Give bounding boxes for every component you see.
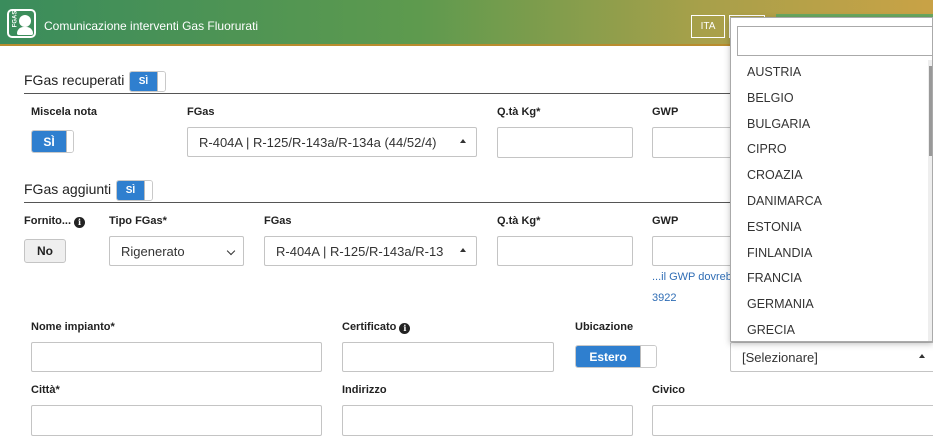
citta-label: Città* — [31, 384, 60, 396]
miscela-toggle-label: SÌ — [32, 131, 66, 152]
recuperati-toggle-label: SÌ — [130, 72, 157, 91]
qta-aggiunti-input[interactable] — [497, 236, 633, 266]
miscela-toggle[interactable]: SÌ — [31, 130, 74, 153]
country-option[interactable]: FRANCIA — [731, 266, 931, 292]
country-select[interactable]: [Selezionare] — [730, 342, 933, 372]
citta-input[interactable] — [31, 405, 322, 436]
ubicazione-toggle[interactable]: Estero — [575, 345, 657, 368]
aggiunti-toggle[interactable]: SÌ — [116, 180, 153, 201]
civico-input[interactable] — [652, 405, 933, 436]
gwp-aggiunti-input[interactable] — [652, 236, 732, 266]
fgas-aggiunti-label: FGas — [264, 215, 292, 227]
country-option[interactable]: BULGARIA — [731, 112, 931, 138]
gwp-note-link[interactable]: ...il GWP dovreb — [652, 271, 732, 283]
fgas-recuperati-value: R-404A | R-125/R-143a/R-134a (44/52/4) — [199, 134, 437, 150]
caret-up-icon — [460, 248, 466, 252]
aggiunti-title: FGas aggiunti — [24, 181, 112, 197]
fornito-toggle-no[interactable]: No — [24, 239, 66, 263]
recuperati-title: FGas recuperati — [24, 72, 125, 88]
fgas-recuperati-label: FGas — [187, 106, 215, 118]
tipo-fgas-label: Tipo FGas* — [109, 215, 167, 227]
country-option[interactable]: GRECIA — [731, 318, 931, 341]
nome-impianto-input[interactable] — [31, 342, 322, 372]
recuperati-divider — [24, 93, 730, 94]
recuperati-toggle[interactable]: SÌ — [129, 71, 166, 92]
aggiunti-toggle-label: SÌ — [117, 181, 144, 200]
gwp-aggiunti-label: GWP — [652, 215, 679, 227]
caret-up-icon — [919, 354, 925, 358]
qta-recuperati-input[interactable] — [497, 127, 633, 158]
qta-aggiunti-label: Q.tà Kg* — [497, 215, 541, 227]
fgas-logo-icon: FGAS — [7, 9, 36, 38]
certificato-input[interactable] — [342, 342, 554, 372]
country-option[interactable]: CROAZIA — [731, 163, 931, 189]
country-search-input[interactable] — [737, 26, 932, 56]
info-icon[interactable]: i — [399, 323, 411, 334]
chevron-down-icon — [226, 246, 236, 256]
language-ita-button[interactable]: ITA — [691, 15, 725, 38]
country-option[interactable]: FINLANDIA — [731, 241, 931, 267]
fornito-label-text: Fornito... — [24, 215, 72, 227]
dropdown-scroll-thumb[interactable] — [929, 66, 932, 156]
ubicazione-label: Ubicazione — [575, 321, 634, 333]
country-dropdown: AUSTRIA BELGIO BULGARIA CIPRO CROAZIA DANIMAR… — [730, 17, 933, 342]
aggiunti-divider — [24, 202, 730, 203]
country-list: AUSTRIA BELGIO BULGARIA CIPRO CROAZIA DANIMAR… — [731, 60, 931, 341]
certificato-label-text: Certificato — [342, 321, 397, 333]
fgas-recuperati-select[interactable]: R-404A | R-125/R-143a/R-134a (44/52/4) — [187, 127, 477, 157]
fgas-aggiunti-select[interactable]: R-404A | R-125/R-143a/R-13 — [264, 236, 477, 266]
nome-impianto-label: Nome impianto* — [31, 321, 115, 333]
country-option[interactable]: CIPRO — [731, 137, 931, 163]
logo-text: FGAS — [12, 10, 19, 28]
gwp-recuperati-label: GWP — [652, 106, 679, 118]
civico-label: Civico — [652, 384, 686, 396]
fornito-label: Fornito... i — [24, 215, 86, 228]
app-title: Comunicazione interventi Gas Fluorurati — [44, 19, 259, 33]
indirizzo-input[interactable] — [342, 405, 633, 436]
country-option[interactable]: DANIMARCA — [731, 189, 931, 215]
qta-recuperati-label: Q.tà Kg* — [497, 106, 541, 118]
country-option[interactable]: ESTONIA — [731, 215, 931, 241]
certificato-label: Certificato i — [342, 321, 411, 334]
gwp-number: 3922 — [652, 292, 677, 304]
miscela-label: Miscela nota — [31, 106, 98, 118]
fgas-aggiunti-value: R-404A | R-125/R-143a/R-13 — [276, 243, 444, 259]
info-icon[interactable]: i — [74, 217, 86, 228]
country-option[interactable]: BELGIO — [731, 86, 931, 112]
tipo-fgas-select[interactable]: Rigenerato — [109, 236, 244, 266]
caret-up-icon — [460, 139, 466, 143]
country-option[interactable]: AUSTRIA — [731, 60, 931, 86]
gwp-recuperati-input[interactable] — [652, 127, 732, 158]
country-option[interactable]: GERMANIA — [731, 292, 931, 318]
indirizzo-label: Indirizzo — [342, 384, 387, 396]
ubicazione-toggle-label: Estero — [576, 346, 640, 367]
country-select-value: [Selezionare] — [742, 349, 818, 365]
tipo-fgas-value: Rigenerato — [121, 243, 185, 259]
